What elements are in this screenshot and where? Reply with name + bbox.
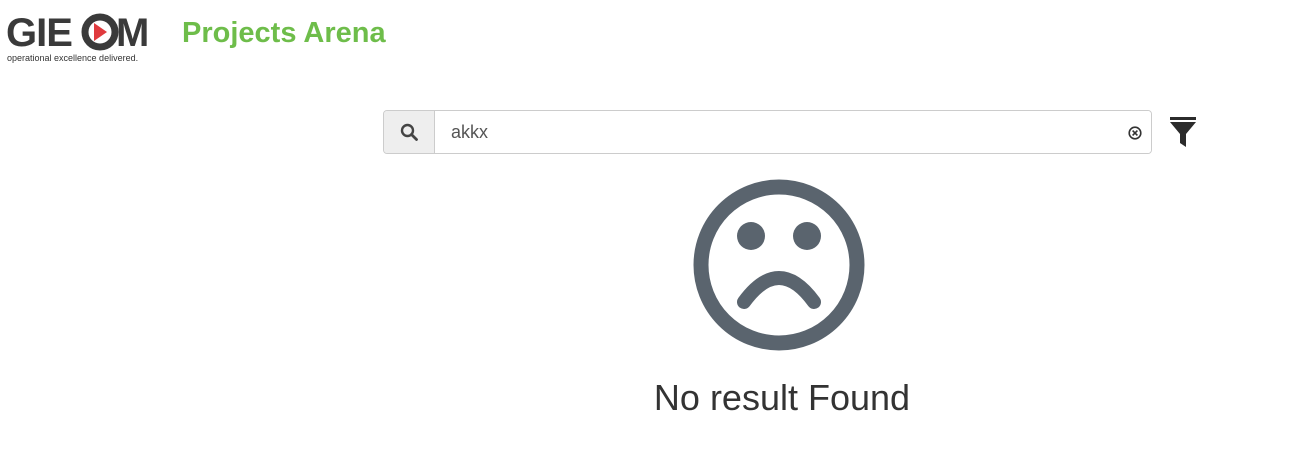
logo-tagline: operational excellence delivered. bbox=[7, 53, 139, 63]
sad-face-icon bbox=[693, 179, 865, 351]
filter-button[interactable] bbox=[1168, 114, 1198, 150]
app-title: Projects Arena bbox=[182, 17, 386, 49]
clear-circle-icon bbox=[1128, 126, 1142, 140]
search-bar bbox=[383, 110, 1152, 154]
svg-text:M: M bbox=[116, 12, 149, 52]
search-input[interactable] bbox=[435, 111, 1151, 153]
svg-text:GIE: GIE bbox=[6, 12, 72, 52]
no-result-message: No result Found bbox=[653, 377, 911, 418]
clear-search-button[interactable] bbox=[1127, 125, 1143, 141]
page-header: GIE M operational excellence delivered. … bbox=[0, 0, 1309, 70]
empty-state bbox=[692, 178, 866, 352]
search-icon bbox=[400, 123, 418, 141]
company-logo[interactable]: GIE M operational excellence delivered. bbox=[6, 12, 158, 66]
logo-mark: GIE M bbox=[6, 12, 149, 52]
filter-icon bbox=[1170, 117, 1196, 147]
search-button[interactable] bbox=[384, 111, 435, 153]
